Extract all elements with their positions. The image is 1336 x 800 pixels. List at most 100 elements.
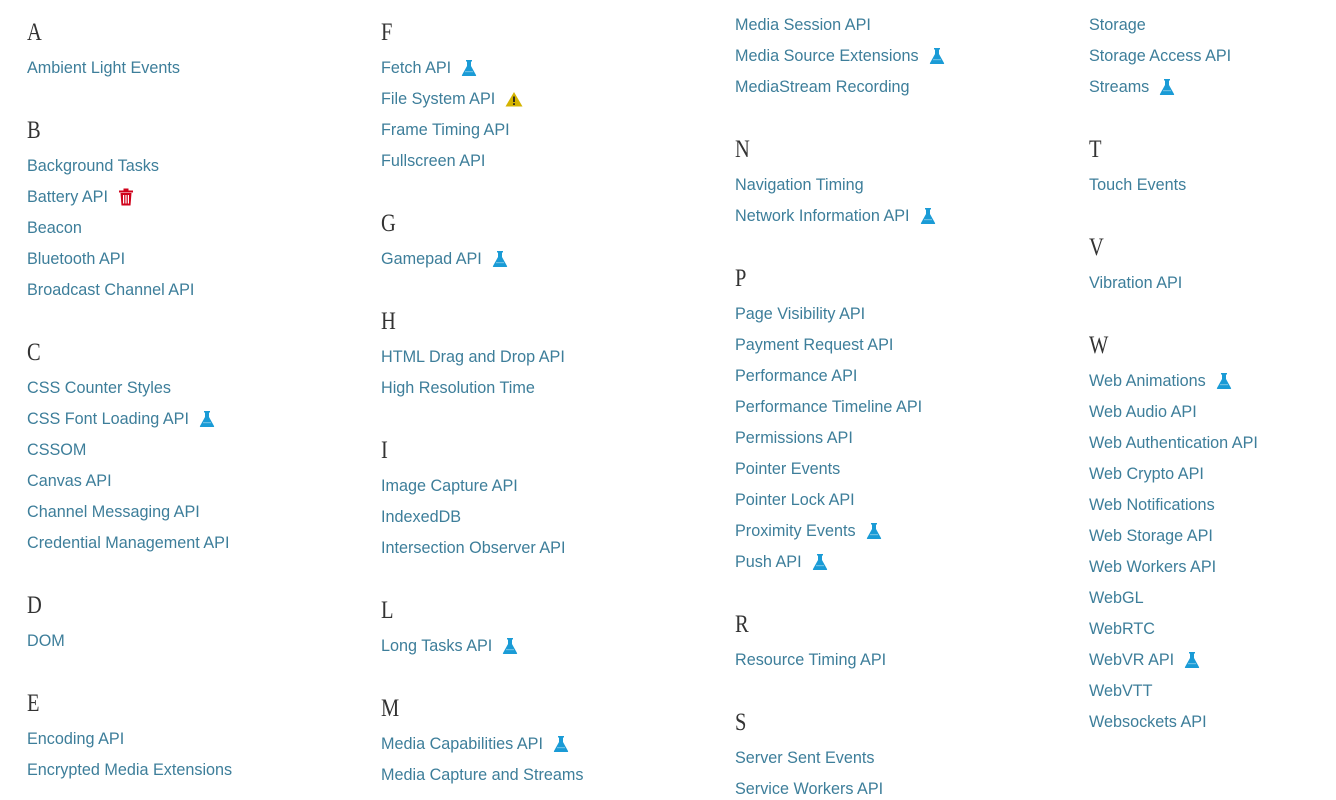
api-list-item: Web Audio API xyxy=(1089,401,1197,423)
api-list-item: Web Notifications xyxy=(1089,494,1215,516)
api-list-item: CSS Font Loading API xyxy=(27,408,217,430)
api-link-performance-timeline-api[interactable]: Performance Timeline API xyxy=(735,398,922,417)
api-list-item: HTML Drag and Drop API xyxy=(381,346,565,368)
api-link-touch-events[interactable]: Touch Events xyxy=(1089,176,1186,195)
api-link-gamepad-api[interactable]: Gamepad API xyxy=(381,250,482,269)
api-link-web-storage-api[interactable]: Web Storage API xyxy=(1089,527,1213,546)
api-link-streams[interactable]: Streams xyxy=(1089,78,1149,97)
api-list-item: Performance Timeline API xyxy=(735,396,922,418)
api-list-item: Web Crypto API xyxy=(1089,463,1204,485)
api-link-payment-request-api[interactable]: Payment Request API xyxy=(735,336,893,355)
api-link-intersection-observer-api[interactable]: Intersection Observer API xyxy=(381,539,565,558)
api-link-channel-messaging-api[interactable]: Channel Messaging API xyxy=(27,503,200,522)
api-link-push-api[interactable]: Push API xyxy=(735,553,802,572)
api-link-encrypted-media-extensions[interactable]: Encrypted Media Extensions xyxy=(27,761,232,780)
flask-icon xyxy=(199,410,217,428)
api-link-webrtc[interactable]: WebRTC xyxy=(1089,620,1155,639)
api-link-media-session-api[interactable]: Media Session API xyxy=(735,16,871,35)
api-link-beacon[interactable]: Beacon xyxy=(27,219,82,238)
api-link-page-visibility-api[interactable]: Page Visibility API xyxy=(735,305,865,324)
api-link-webgl[interactable]: WebGL xyxy=(1089,589,1144,608)
api-list-item: Fullscreen API xyxy=(381,150,485,172)
letter-heading-w: W xyxy=(1089,332,1109,359)
flask-icon xyxy=(553,735,571,753)
api-link-high-resolution-time[interactable]: High Resolution Time xyxy=(381,379,535,398)
api-link-webvr-api[interactable]: WebVR API xyxy=(1089,651,1174,670)
flask-icon xyxy=(812,553,830,571)
api-list-item: Bluetooth API xyxy=(27,248,125,270)
api-link-media-capture-and-streams[interactable]: Media Capture and Streams xyxy=(381,766,583,785)
api-link-battery-api[interactable]: Battery API xyxy=(27,188,108,207)
api-link-web-animations[interactable]: Web Animations xyxy=(1089,372,1206,391)
api-link-service-workers-api[interactable]: Service Workers API xyxy=(735,780,883,799)
api-link-web-workers-api[interactable]: Web Workers API xyxy=(1089,558,1216,577)
api-link-media-capabilities-api[interactable]: Media Capabilities API xyxy=(381,735,543,754)
api-list-item: Media Capture and Streams xyxy=(381,764,583,786)
api-list-item: Touch Events xyxy=(1089,174,1186,196)
api-list-item: Encrypted Media Extensions xyxy=(27,759,232,781)
letter-heading-v: V xyxy=(1089,234,1104,261)
api-link-canvas-api[interactable]: Canvas API xyxy=(27,472,112,491)
api-link-html-drag-and-drop-api[interactable]: HTML Drag and Drop API xyxy=(381,348,565,367)
api-link-permissions-api[interactable]: Permissions API xyxy=(735,429,853,448)
api-link-css-font-loading-api[interactable]: CSS Font Loading API xyxy=(27,410,189,429)
api-link-frame-timing-api[interactable]: Frame Timing API xyxy=(381,121,510,140)
letter-heading-c: C xyxy=(27,339,41,366)
api-link-long-tasks-api[interactable]: Long Tasks API xyxy=(381,637,492,656)
api-link-performance-api[interactable]: Performance API xyxy=(735,367,857,386)
flask-icon xyxy=(1159,78,1177,96)
api-link-css-counter-styles[interactable]: CSS Counter Styles xyxy=(27,379,171,398)
api-link-storage[interactable]: Storage xyxy=(1089,16,1146,35)
api-link-indexeddb[interactable]: IndexedDB xyxy=(381,508,461,527)
api-link-broadcast-channel-api[interactable]: Broadcast Channel API xyxy=(27,281,194,300)
flask-icon xyxy=(461,59,479,77)
api-link-fetch-api[interactable]: Fetch API xyxy=(381,59,451,78)
api-link-pointer-lock-api[interactable]: Pointer Lock API xyxy=(735,491,855,510)
api-link-ambient-light-events[interactable]: Ambient Light Events xyxy=(27,59,180,78)
letter-heading-b: B xyxy=(27,117,41,144)
api-list-item: Storage Access API xyxy=(1089,45,1231,67)
api-list-item: Media Capabilities API xyxy=(381,733,571,755)
api-link-network-information-api[interactable]: Network Information API xyxy=(735,207,910,226)
api-link-credential-management-api[interactable]: Credential Management API xyxy=(27,534,229,553)
api-link-web-crypto-api[interactable]: Web Crypto API xyxy=(1089,465,1204,484)
api-link-navigation-timing[interactable]: Navigation Timing xyxy=(735,176,864,195)
api-list-item: Web Authentication API xyxy=(1089,432,1258,454)
api-link-mediastream-recording[interactable]: MediaStream Recording xyxy=(735,78,910,97)
api-link-server-sent-events[interactable]: Server Sent Events xyxy=(735,749,874,768)
api-link-image-capture-api[interactable]: Image Capture API xyxy=(381,477,518,496)
api-link-webvtt[interactable]: WebVTT xyxy=(1089,682,1153,701)
letter-heading-r: R xyxy=(735,611,749,638)
api-list-item: Permissions API xyxy=(735,427,853,449)
api-list-item: Network Information API xyxy=(735,205,938,227)
letter-heading-d: D xyxy=(27,592,42,619)
api-link-cssom[interactable]: CSSOM xyxy=(27,441,86,460)
api-list-item: High Resolution Time xyxy=(381,377,535,399)
api-list-item: Battery API xyxy=(27,186,136,208)
api-link-fullscreen-api[interactable]: Fullscreen API xyxy=(381,152,485,171)
letter-heading-i: I xyxy=(381,437,388,464)
api-list-item: Encoding API xyxy=(27,728,124,750)
api-link-media-source-extensions[interactable]: Media Source Extensions xyxy=(735,47,919,66)
api-list-item: Service Workers API xyxy=(735,778,883,800)
api-link-proximity-events[interactable]: Proximity Events xyxy=(735,522,856,541)
api-link-vibration-api[interactable]: Vibration API xyxy=(1089,274,1182,293)
api-link-pointer-events[interactable]: Pointer Events xyxy=(735,460,840,479)
api-link-resource-timing-api[interactable]: Resource Timing API xyxy=(735,651,886,670)
api-list-item: Long Tasks API xyxy=(381,635,520,657)
api-link-dom[interactable]: DOM xyxy=(27,632,65,651)
api-link-storage-access-api[interactable]: Storage Access API xyxy=(1089,47,1231,66)
api-link-file-system-api[interactable]: File System API xyxy=(381,90,495,109)
api-list-item: Resource Timing API xyxy=(735,649,886,671)
api-link-encoding-api[interactable]: Encoding API xyxy=(27,730,124,749)
api-link-websockets-api[interactable]: Websockets API xyxy=(1089,713,1207,732)
letter-heading-m: M xyxy=(381,695,400,722)
api-link-web-audio-api[interactable]: Web Audio API xyxy=(1089,403,1197,422)
api-list-item: Proximity Events xyxy=(735,520,884,542)
letter-heading-t: T xyxy=(1089,136,1102,163)
api-link-web-notifications[interactable]: Web Notifications xyxy=(1089,496,1215,515)
api-list-item: Websockets API xyxy=(1089,711,1207,733)
api-link-bluetooth-api[interactable]: Bluetooth API xyxy=(27,250,125,269)
api-link-web-authentication-api[interactable]: Web Authentication API xyxy=(1089,434,1258,453)
api-link-background-tasks[interactable]: Background Tasks xyxy=(27,157,159,176)
